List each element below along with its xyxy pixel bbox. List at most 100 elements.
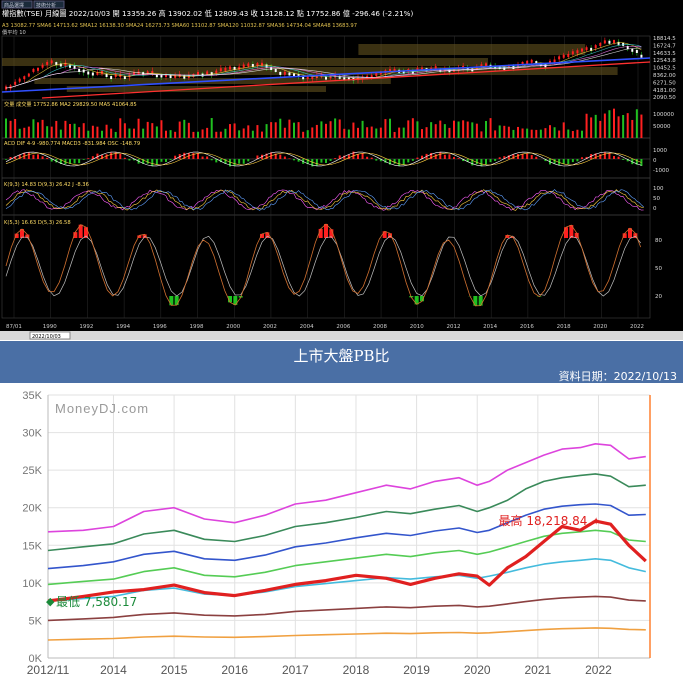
macd-osc-bar-132 (608, 152, 611, 159)
volume-tick-1: 50000 (653, 124, 671, 130)
macd-osc-bar-62 (288, 158, 291, 159)
candle-body-24 (114, 73, 117, 77)
volume-bar-93 (430, 122, 433, 138)
macd-osc-bar-106 (489, 159, 492, 163)
volume-bar-85 (393, 131, 396, 138)
price-tick-0: 18814.5 (653, 36, 676, 42)
macd-tick-2: -1000 (653, 168, 669, 174)
volume-bar-20 (96, 126, 99, 138)
kd2-row: K(5,3) 16.63 D(5,3) 26.58 (4, 220, 71, 226)
x-tick-label-6: 2019 (403, 663, 430, 677)
x-tick-label-3: 1994 (116, 324, 130, 330)
volume-bar-13 (64, 120, 67, 138)
volume-bar-34 (160, 120, 163, 138)
kd1-row: K(9,3) 14.83 D(9,3) 26.42 J -8.36 (4, 182, 89, 188)
volume-bar-71 (329, 121, 332, 138)
footer-bar (0, 331, 683, 340)
volume-profile-band-0 (358, 44, 586, 55)
candle-body-123 (567, 53, 570, 57)
macd-osc-bar-124 (571, 159, 574, 163)
macd-osc-bar-42 (197, 153, 199, 159)
candle-body-51 (238, 66, 241, 70)
pb-series-line-6 (47, 595, 646, 622)
volume-bar-130 (599, 120, 602, 138)
candle-body-10 (50, 60, 53, 64)
volume-bar-64 (297, 122, 300, 138)
volume-bar-18 (87, 130, 90, 138)
volume-bar-9 (46, 126, 49, 138)
pb-ratio-panel: 上市大盤PB比 資料日期：2022/10/13 0K 5K 10K 15K 20K 25K… (0, 341, 683, 683)
volume-bar-61 (283, 127, 286, 138)
candle-body-122 (562, 54, 565, 58)
x-tick-label-13: 2014 (483, 324, 497, 330)
volume-bar-39 (183, 119, 186, 138)
x-tick-label-10: 2008 (373, 324, 387, 330)
volume-bar-60 (279, 118, 282, 138)
candle-body-135 (622, 42, 625, 46)
price-tick-4: 10452.5 (653, 66, 676, 72)
x-tick-label-5: 1998 (190, 324, 204, 330)
volume-bar-86 (398, 127, 401, 138)
volume-bar-74 (343, 128, 346, 138)
macd-osc-bar-7 (37, 154, 39, 159)
volume-bar-50 (233, 123, 236, 138)
kd2-oversold-fill-89 (478, 296, 483, 306)
volume-bar-116 (535, 129, 538, 138)
candle-body-14 (69, 64, 71, 68)
candle-body-121 (558, 56, 561, 60)
pb-data-date: 資料日期：2022/10/13 (558, 370, 677, 383)
volume-bar-109 (503, 125, 506, 138)
volume-bar-51 (238, 130, 241, 138)
macd-osc-bar-112 (517, 154, 519, 159)
volume-bar-40 (187, 122, 190, 138)
candle-body-114 (526, 60, 529, 64)
kd1-tick-2: 0 (653, 206, 657, 212)
volume-bar-28 (133, 128, 135, 138)
macd-osc-bar-79 (366, 156, 369, 159)
x-tick-label-2: 2015 (161, 663, 188, 677)
volume-bar-45 (210, 118, 213, 138)
macd-osc-bar-68 (315, 159, 318, 166)
volume-bar-43 (201, 129, 204, 138)
volume-bar-6 (32, 119, 35, 138)
candle-body-53 (247, 63, 250, 67)
volume-bar-105 (485, 120, 487, 138)
macd-osc-bar-81 (375, 159, 378, 161)
macd-osc-bar-8 (41, 156, 44, 159)
volume-bar-117 (539, 129, 542, 138)
volume-bar-114 (526, 128, 529, 138)
volume-bar-12 (59, 129, 62, 138)
volume-bar-98 (453, 120, 455, 138)
macd-osc-bar-85 (393, 159, 396, 164)
macd-osc-bar-116 (535, 156, 538, 159)
pb-series-line-7 (47, 627, 646, 641)
macd-osc-bar-105 (485, 159, 487, 165)
volume-bar-112 (517, 126, 519, 138)
macd-osc-bar-35 (165, 159, 167, 162)
macd-osc-bar-130 (599, 154, 602, 159)
candle-body-137 (631, 48, 634, 52)
candle-body-27 (128, 74, 131, 78)
volume-bar-89 (411, 118, 414, 138)
x-tick-label-1: 2014 (100, 663, 127, 677)
x-tick-label-15: 2018 (557, 324, 571, 330)
volume-row: 交量 成交量 17752.86 MA2 29829.50 MA5 41064.8… (4, 100, 137, 108)
high-marker: ✦ (591, 515, 600, 528)
macd-osc-bar-31 (146, 159, 149, 164)
volume-bar-29 (137, 118, 140, 138)
volume-bar-138 (635, 109, 638, 138)
macd-osc-bar-71 (329, 159, 332, 161)
volume-bar-54 (251, 130, 254, 138)
volume-bar-65 (302, 131, 305, 138)
low-label: 最低 7,580.17 (56, 595, 137, 609)
volume-bar-136 (626, 113, 629, 138)
volume-bar-91 (421, 129, 423, 138)
volume-bar-32 (151, 123, 154, 138)
macd-osc-bar-115 (530, 155, 533, 159)
macd-osc-bar-111 (512, 154, 515, 159)
volume-bar-120 (553, 127, 556, 138)
candle-body-48 (224, 67, 227, 71)
volume-bar-82 (379, 127, 382, 138)
volume-bar-44 (206, 127, 209, 138)
macd-osc-bar-16 (78, 159, 81, 164)
